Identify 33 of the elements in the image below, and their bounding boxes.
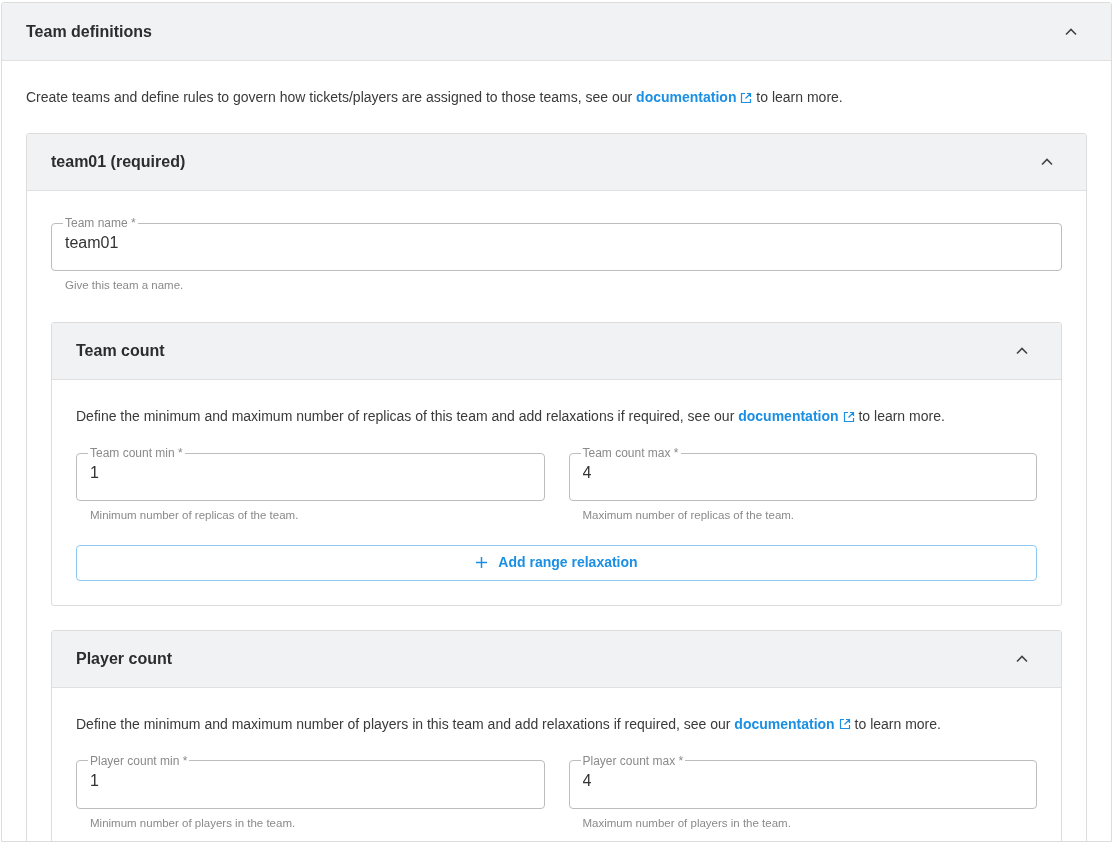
section-header[interactable]: Team count (52, 323, 1061, 381)
helper-text: Minimum number of replicas of the team. (89, 508, 300, 524)
plus-icon[interactable] (475, 556, 489, 569)
field-label: Player count max * (581, 752, 685, 769)
external-link-icon[interactable] (740, 91, 753, 104)
text-field[interactable]: Team count max * 4 (568, 445, 1037, 502)
text-field[interactable]: Team name * team01 (51, 215, 1062, 271)
helper-text: Maximum number of replicas of the team. (581, 508, 796, 524)
helper-text: Give this team a name. (64, 278, 185, 293)
description-text: Define the minimum and maximum number of replicas of this team and add relaxations if required, see our documentation to learn more. (76, 406, 1037, 428)
helper-text: Maximum number of players in the team. (581, 815, 792, 831)
description-text: Create teams and define rules to govern how tickets/players are assigned to those teams, see our documentation to learn more. (26, 87, 1087, 108)
field-label: Team count min * (89, 445, 184, 462)
field-value[interactable]: 1 (90, 768, 531, 793)
section-header[interactable]: Team definitions (2, 3, 1111, 61)
section-title: Team definitions (26, 21, 152, 42)
section-title: Team count (76, 341, 165, 362)
section-header[interactable]: Player count (52, 630, 1061, 688)
field-label: Player count min * (89, 752, 189, 769)
description-text: Define the minimum and maximum number of players in this team and add relaxations if required, see our documentation to learn more. (76, 713, 1037, 735)
field-value[interactable]: 4 (582, 461, 1023, 486)
section-header[interactable]: team01 (required) (27, 134, 1086, 191)
section-title: Player count (76, 648, 173, 669)
field-label: Team count max * (581, 445, 680, 462)
field-value[interactable]: 1 (90, 461, 531, 486)
field-value[interactable]: 4 (582, 768, 1023, 793)
external-link-icon[interactable] (838, 718, 851, 730)
field-label: Team name * (64, 215, 137, 231)
text-field[interactable]: Team count min * 1 (76, 445, 545, 502)
external-link-icon[interactable] (842, 410, 855, 423)
field-value[interactable]: team01 (65, 231, 1048, 255)
helper-text: Minimum number of players in the team. (89, 815, 297, 831)
section-title: team01 (required) (51, 152, 186, 172)
